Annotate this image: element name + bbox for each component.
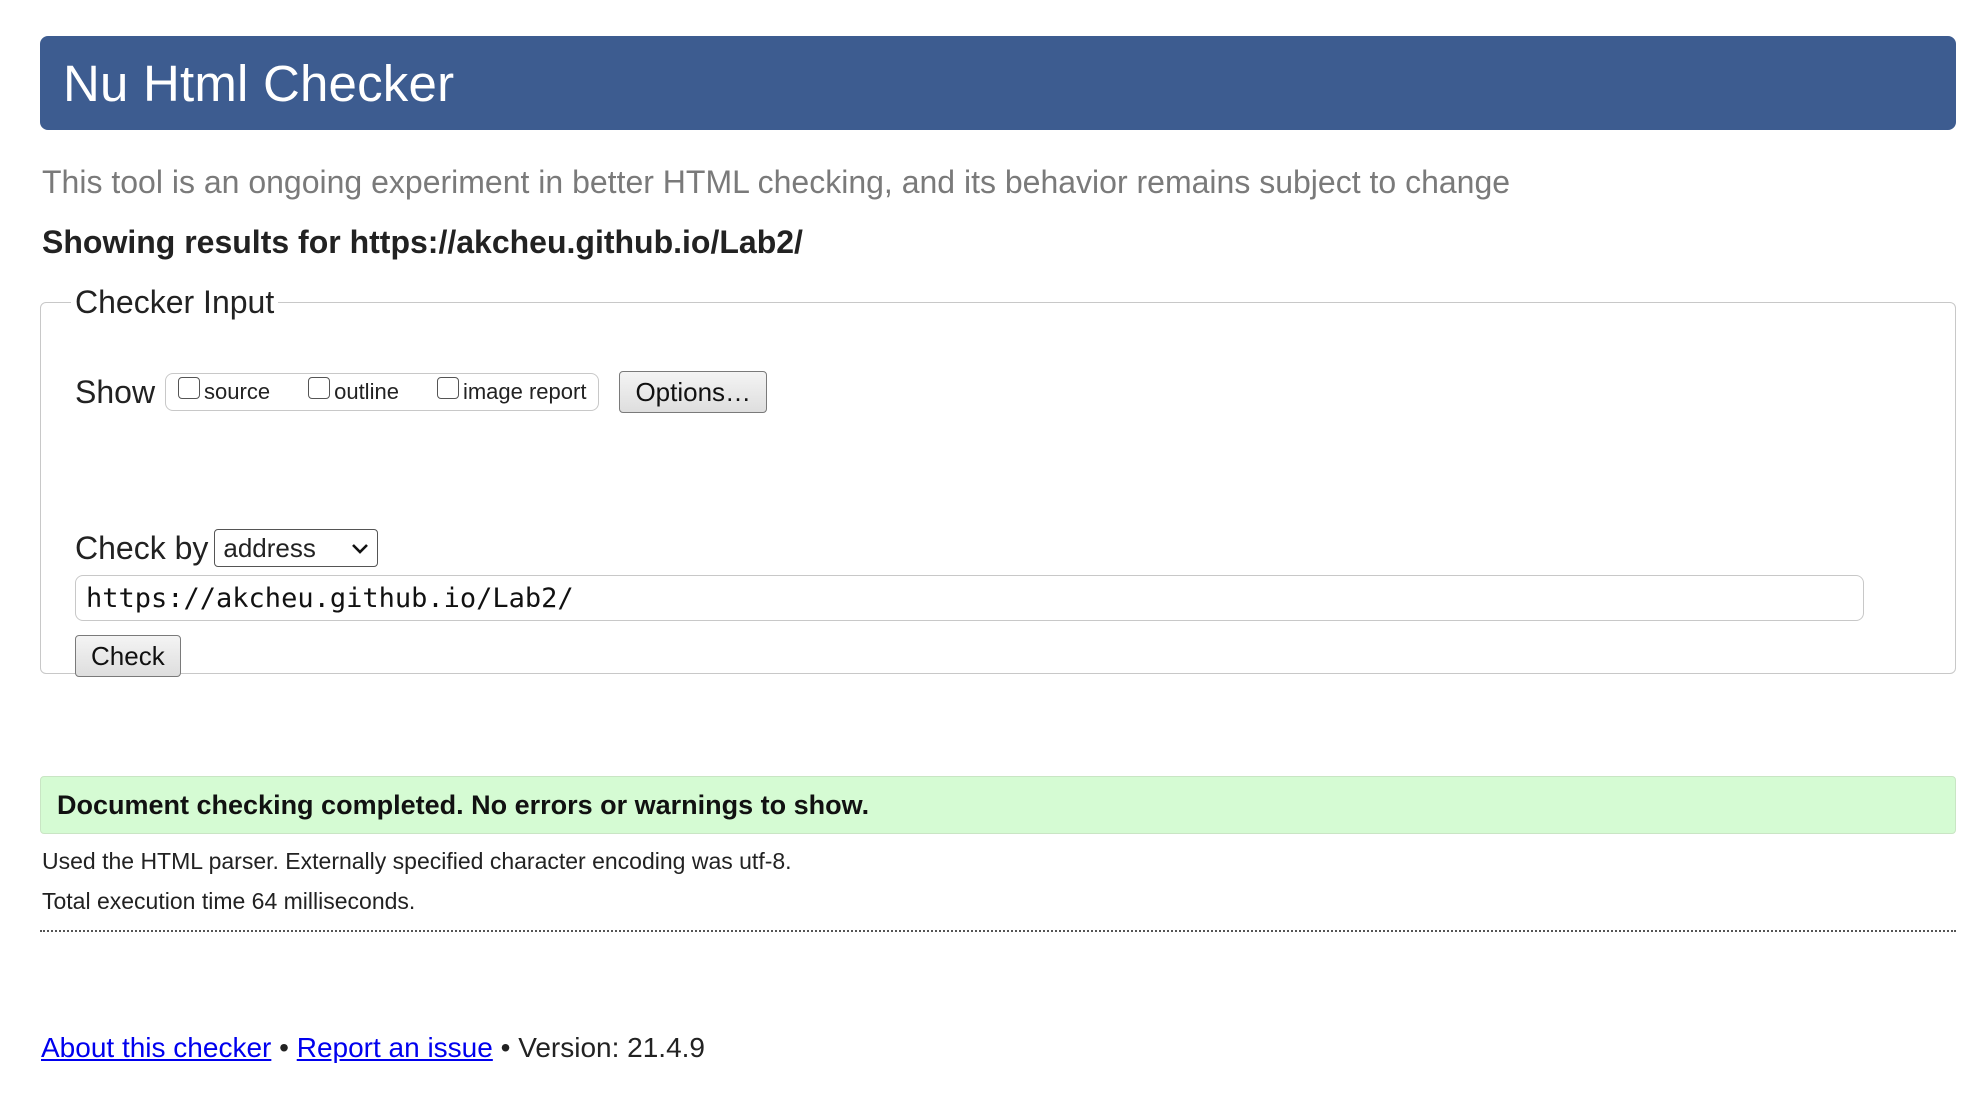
source-label: source: [204, 379, 271, 404]
chevron-down-icon: [351, 537, 369, 559]
footer: About this checker • Report an issue • V…: [41, 1032, 1956, 1064]
check-by-select[interactable]: address: [214, 529, 379, 567]
header-banner: Nu Html Checker: [40, 36, 1956, 130]
show-source-option[interactable]: source: [178, 377, 271, 405]
check-button[interactable]: Check: [75, 635, 181, 677]
page: Nu Html Checker This tool is an ongoing …: [40, 36, 1956, 1064]
version-text: Version: 21.4.9: [518, 1032, 706, 1063]
report-issue-link[interactable]: Report an issue: [297, 1032, 493, 1063]
show-outline-option[interactable]: outline: [308, 377, 399, 405]
checker-input-legend: Checker Input: [75, 284, 275, 320]
show-options-row: Show source outline image report Options…: [75, 371, 768, 413]
result-details: Used the HTML parser. Externally specifi…: [40, 850, 1956, 913]
check-by-row: Check by address: [75, 529, 379, 567]
check-by-selected-value: address: [223, 532, 316, 563]
checker-input-fieldset: Checker Input Show source outline image …: [40, 284, 1956, 677]
footer-separator-2: •: [500, 1032, 511, 1063]
show-label: Show: [75, 373, 156, 410]
check-by-label: Check by: [75, 529, 209, 566]
dotted-divider: [40, 930, 1956, 932]
options-button[interactable]: Options…: [619, 371, 768, 413]
footer-separator: •: [279, 1032, 289, 1063]
execution-time: Total execution time 64 milliseconds.: [42, 888, 416, 914]
image-report-checkbox[interactable]: [436, 377, 459, 399]
source-checkbox[interactable]: [178, 377, 201, 399]
outline-checkbox[interactable]: [308, 377, 331, 399]
results-heading: Showing results for https://akcheu.githu…: [42, 224, 803, 260]
outline-label: outline: [334, 379, 399, 404]
image-report-label: image report: [462, 379, 587, 404]
page-title: Nu Html Checker: [63, 54, 455, 112]
about-checker-link[interactable]: About this checker: [41, 1032, 271, 1063]
subtitle: This tool is an ongoing experiment in be…: [42, 164, 1511, 200]
url-input[interactable]: https://akcheu.github.io/Lab2/: [75, 575, 1864, 621]
show-options-group: source outline image report: [165, 373, 600, 411]
parser-info: Used the HTML parser. Externally specifi…: [42, 848, 792, 874]
show-image-report-option[interactable]: image report: [436, 377, 587, 405]
success-message: Document checking completed. No errors o…: [40, 776, 1956, 834]
